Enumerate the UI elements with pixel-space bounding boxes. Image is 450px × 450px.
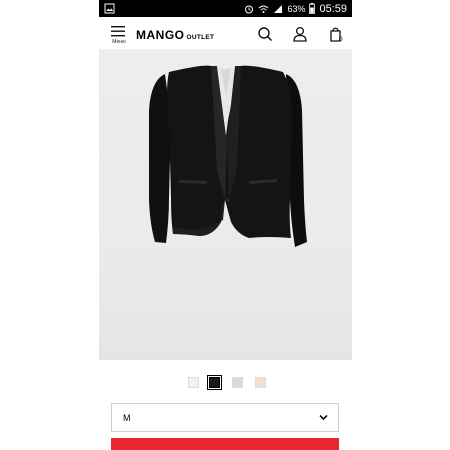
menu-button[interactable]: Меню [108,24,130,48]
page: 63% 05:59 Меню MANGO OUTLET 0 M [0,0,450,450]
black-blazer-photo [149,65,307,247]
app-header: Меню MANGO OUTLET 0 [99,17,352,50]
alarm-icon [245,5,254,13]
size-selected-value: M [123,413,131,423]
status-bar: 63% 05:59 [99,0,352,17]
add-to-bag-button[interactable] [111,438,339,450]
color-swatches [99,375,352,391]
brand-suffix: OUTLET [186,34,215,41]
menu-label: Меню [112,39,126,45]
swatch-light-gray[interactable] [188,377,199,388]
swatch-gray[interactable] [232,377,243,388]
user-icon[interactable] [292,26,308,42]
swatch-black-selected[interactable] [207,375,222,390]
swatch-beige[interactable] [255,377,266,388]
battery-percent: 63% [287,3,306,14]
product-image[interactable] [99,50,352,360]
menu-icon [111,26,125,37]
clock: 05:59 [319,2,347,15]
chevron-down-icon [319,414,328,421]
bag-count: 0 [339,36,343,43]
signal-icon [274,4,283,13]
battery-icon [309,3,316,14]
search-icon[interactable] [257,26,273,42]
mobile-screen: 63% 05:59 Меню MANGO OUTLET 0 M [99,0,352,450]
image-icon [104,3,115,14]
brand-logo[interactable]: MANGO OUTLET [136,28,214,42]
brand-name: MANGO [136,28,185,42]
size-dropdown[interactable]: M [111,403,339,432]
wifi-icon [259,5,269,13]
status-right: 63% 05:59 [244,0,347,17]
